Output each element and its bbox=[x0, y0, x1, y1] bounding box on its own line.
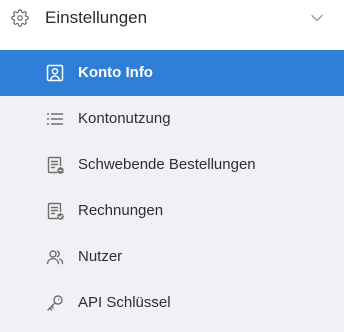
menu-item-nutzer[interactable]: Nutzer bbox=[0, 234, 344, 280]
settings-menu: Einstellungen Konto Info Kontonutzung Sc… bbox=[0, 0, 344, 332]
menu-item-label: Rechnungen bbox=[78, 202, 164, 219]
menu-item-schwebende-bestellungen[interactable]: Schwebende Bestellungen bbox=[0, 142, 344, 188]
menu-item-label: Kontonutzung bbox=[78, 110, 171, 127]
key-icon bbox=[45, 293, 65, 313]
menu-item-konto-info[interactable]: Konto Info bbox=[0, 50, 344, 96]
chevron-down-icon[interactable] bbox=[310, 11, 324, 25]
menu-item-api-schluessel[interactable]: API Schlüssel bbox=[0, 280, 344, 326]
menu-item-label: Konto Info bbox=[78, 64, 153, 81]
settings-menu-title: Einstellungen bbox=[45, 8, 148, 27]
gear-icon bbox=[11, 9, 29, 27]
menu-item-label: Nutzer bbox=[78, 248, 123, 265]
account-card-icon bbox=[45, 63, 65, 83]
settings-submenu: Konto Info Kontonutzung Schwebende Beste… bbox=[0, 50, 344, 332]
users-icon bbox=[45, 247, 65, 267]
pending-document-icon bbox=[45, 155, 65, 175]
list-icon bbox=[45, 109, 65, 129]
menu-item-label: API Schlüssel bbox=[78, 294, 171, 311]
menu-item-label: Schwebende Bestellungen bbox=[78, 156, 256, 173]
menu-item-rechnungen[interactable]: Rechnungen bbox=[0, 188, 344, 234]
menu-item-kontonutzung[interactable]: Kontonutzung bbox=[0, 96, 344, 142]
settings-menu-header[interactable]: Einstellungen bbox=[0, 0, 344, 40]
invoice-document-icon bbox=[45, 201, 65, 221]
